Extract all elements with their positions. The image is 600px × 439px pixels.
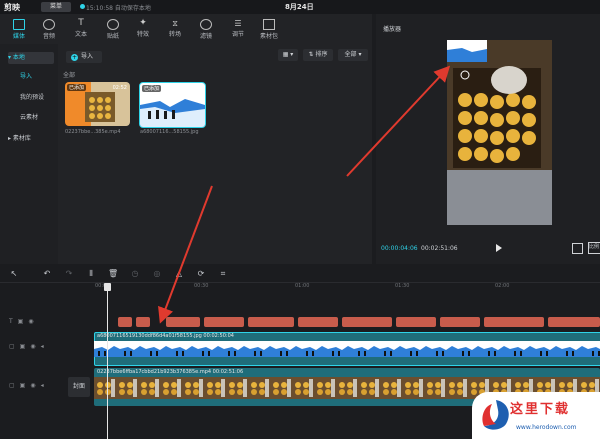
- watermark-text: 这里下载: [510, 402, 571, 417]
- annotation-arrows: [158, 65, 451, 324]
- watermark-url: www.herodown.com: [516, 424, 577, 431]
- arrow-to-timeline: [158, 185, 213, 324]
- arrow-to-preview: [346, 65, 451, 177]
